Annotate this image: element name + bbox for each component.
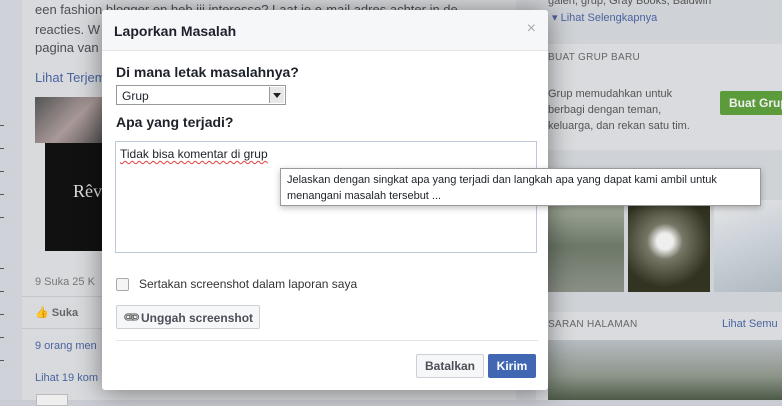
dialog-divider bbox=[116, 340, 538, 341]
rail-tick bbox=[0, 314, 4, 315]
create-group-header: BUAT GRUP BARU bbox=[548, 52, 640, 63]
view-comments-link[interactable]: Lihat 19 kom bbox=[35, 372, 98, 384]
group-photo[interactable] bbox=[714, 200, 782, 292]
brand-text: Rêv bbox=[73, 181, 102, 201]
paperclip-icon: 🔗︎ bbox=[121, 306, 142, 328]
see-more-label: Lihat Selengkapnya bbox=[560, 12, 658, 24]
page-suggestion-photo[interactable] bbox=[548, 340, 782, 400]
like-label: Suka bbox=[51, 307, 79, 319]
see-translation-link[interactable]: Lihat Terjem bbox=[35, 70, 106, 85]
submit-button[interactable]: Kirim bbox=[488, 354, 536, 378]
dialog-title: Laporkan Masalah bbox=[114, 23, 237, 39]
group-photo[interactable] bbox=[628, 200, 710, 292]
rail-tick bbox=[0, 194, 4, 195]
rail-tick bbox=[0, 360, 4, 361]
rail-tick bbox=[0, 125, 4, 126]
likes-line[interactable]: 9 orang men bbox=[35, 340, 97, 352]
where-question: Di mana letak masalahnya? bbox=[116, 64, 299, 80]
post-text-line: reacties. W bbox=[35, 22, 101, 37]
problem-location-select[interactable]: Grup bbox=[116, 85, 286, 105]
rail-tick bbox=[0, 217, 4, 218]
post-stats: 9 Suka 25 K bbox=[35, 276, 95, 288]
see-all-link[interactable]: Lihat Semu bbox=[722, 317, 778, 332]
create-group-text-3: keluarga, dan rekan satu tim. bbox=[548, 120, 690, 132]
avatar bbox=[36, 394, 68, 406]
suggested-pages-header: SARAN HALAMAN bbox=[548, 319, 638, 330]
screenshot-checkbox-label[interactable]: Sertakan screenshot dalam laporan saya bbox=[139, 277, 357, 291]
post-text-line: pagina van bbox=[35, 40, 99, 55]
what-question: Apa yang terjadi? bbox=[116, 114, 234, 130]
textarea-value: Tidak bisa komentar di grup bbox=[120, 147, 268, 161]
chevron-down-icon[interactable] bbox=[269, 87, 284, 103]
create-group-button[interactable]: Buat Grup bbox=[720, 91, 782, 115]
rail-tick bbox=[0, 337, 4, 338]
upload-label: Unggah screenshot bbox=[141, 311, 254, 325]
suggested-groups-text: galeri, grup, Gray Books, Baldwin bbox=[548, 0, 712, 7]
textarea-tooltip: Jelaskan dengan singkat apa yang terjadi… bbox=[280, 168, 761, 206]
see-more-link[interactable]: ▾ Lihat Selengkapnya bbox=[552, 11, 657, 26]
rail-tick bbox=[0, 171, 4, 172]
upload-screenshot-button[interactable]: 🔗︎ Unggah screenshot bbox=[116, 305, 260, 329]
rail-tick bbox=[0, 291, 4, 292]
group-photo[interactable] bbox=[548, 200, 624, 292]
cancel-button[interactable]: Batalkan bbox=[416, 354, 484, 378]
create-group-text-2: berbagi dengan teman, bbox=[548, 104, 662, 116]
select-value: Grup bbox=[122, 89, 149, 103]
rail-tick bbox=[0, 268, 4, 269]
create-group-text-1: Grup memudahkan untuk bbox=[548, 88, 673, 100]
dialog-header: Laporkan Masalah × bbox=[102, 10, 548, 51]
left-rail bbox=[0, 0, 22, 400]
close-icon[interactable]: × bbox=[527, 20, 536, 38]
like-button[interactable]: 👍 Suka bbox=[35, 306, 78, 319]
rail-tick bbox=[0, 148, 4, 149]
screenshot-checkbox[interactable] bbox=[116, 278, 129, 291]
